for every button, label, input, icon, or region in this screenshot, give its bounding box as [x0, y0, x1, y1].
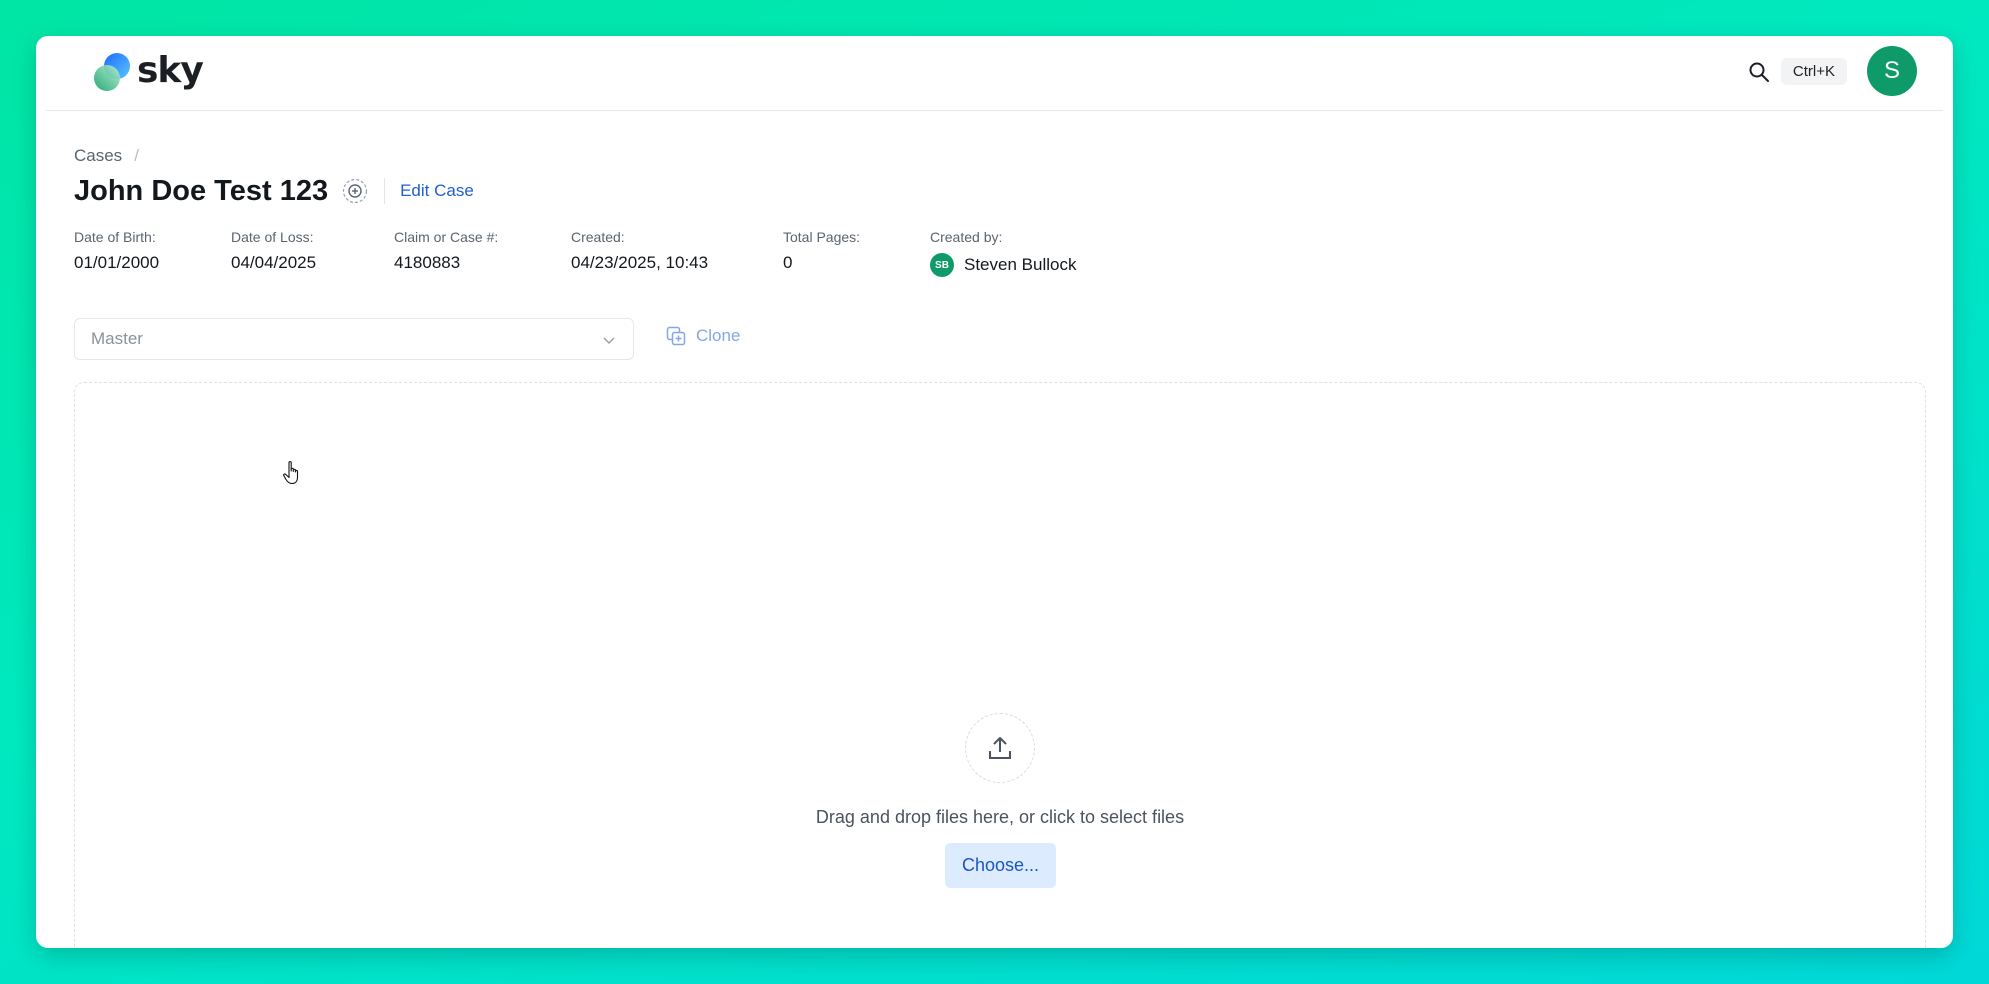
- version-select[interactable]: Master: [74, 318, 634, 360]
- sky-logo-icon: [94, 53, 130, 91]
- meta-date-of-birth: Date of Birth: 01/01/2000: [74, 229, 159, 273]
- meta-value: 04/23/2025, 10:43: [571, 253, 709, 272]
- clone-label: Clone: [696, 326, 741, 345]
- meta-label: Date of Birth:: [74, 229, 156, 245]
- version-select-value: Master: [91, 329, 143, 348]
- file-dropzone[interactable]: Drag and drop files here, or click to se…: [74, 382, 1926, 948]
- created-by-name: Steven Bullock: [964, 255, 1077, 274]
- search-icon[interactable]: [1747, 60, 1771, 84]
- meta-label: Created:: [571, 229, 625, 245]
- title-row: John Doe Test 123 Edit Case: [74, 170, 474, 212]
- upload-button[interactable]: [965, 713, 1035, 783]
- user-badge: SB: [930, 253, 954, 277]
- add-circle-icon[interactable]: [342, 178, 368, 204]
- divider: [384, 178, 386, 204]
- search-shortcut-badge: Ctrl+K: [1780, 58, 1847, 85]
- meta-label: Claim or Case #:: [394, 229, 499, 245]
- choose-files-button[interactable]: Choose...: [945, 843, 1056, 888]
- chevron-down-icon: [603, 337, 615, 345]
- top-bar: sky Ctrl+K S: [46, 36, 1943, 111]
- clone-button[interactable]: Clone: [666, 326, 740, 346]
- meta-created-by: Created by: SB Steven Bullock: [930, 229, 1076, 277]
- dropzone-text: Drag and drop files here, or click to se…: [815, 807, 1185, 827]
- meta-value: 01/01/2000: [74, 253, 160, 272]
- meta-created: Created: 04/23/2025, 10:43: [571, 229, 708, 273]
- meta-date-of-loss: Date of Loss: 04/04/2025: [231, 229, 316, 273]
- meta-label: Created by:: [930, 229, 1003, 245]
- meta-value: 04/04/2025: [231, 253, 317, 272]
- edit-case-link[interactable]: Edit Case: [400, 181, 474, 201]
- meta-value: SB Steven Bullock: [930, 253, 1076, 277]
- app-window: sky Ctrl+K S Cases / John Doe Test 123 Ed…: [36, 36, 1953, 948]
- breadcrumb-cases[interactable]: Cases: [74, 146, 122, 165]
- meta-label: Date of Loss:: [231, 229, 314, 245]
- meta-value: 0: [783, 253, 793, 272]
- breadcrumb: Cases /: [74, 146, 139, 166]
- meta-claim-number: Claim or Case #: 4180883: [394, 229, 498, 273]
- user-avatar[interactable]: S: [1867, 46, 1917, 96]
- breadcrumb-separator: /: [134, 146, 139, 165]
- app-name: sky: [137, 49, 204, 91]
- upload-icon: [989, 737, 1011, 759]
- case-meta: Date of Birth: 01/01/2000 Date of Loss: …: [36, 229, 1953, 279]
- hand-cursor-icon: [283, 461, 299, 485]
- sky-logo[interactable]: sky: [91, 49, 204, 94]
- meta-label: Total Pages:: [783, 229, 861, 245]
- page-title: John Doe Test 123: [74, 174, 329, 207]
- meta-value: 4180883: [394, 253, 461, 272]
- meta-total-pages: Total Pages: 0: [783, 229, 860, 273]
- search-area[interactable]: Ctrl+K: [1747, 58, 1847, 85]
- clone-icon: [666, 326, 686, 346]
